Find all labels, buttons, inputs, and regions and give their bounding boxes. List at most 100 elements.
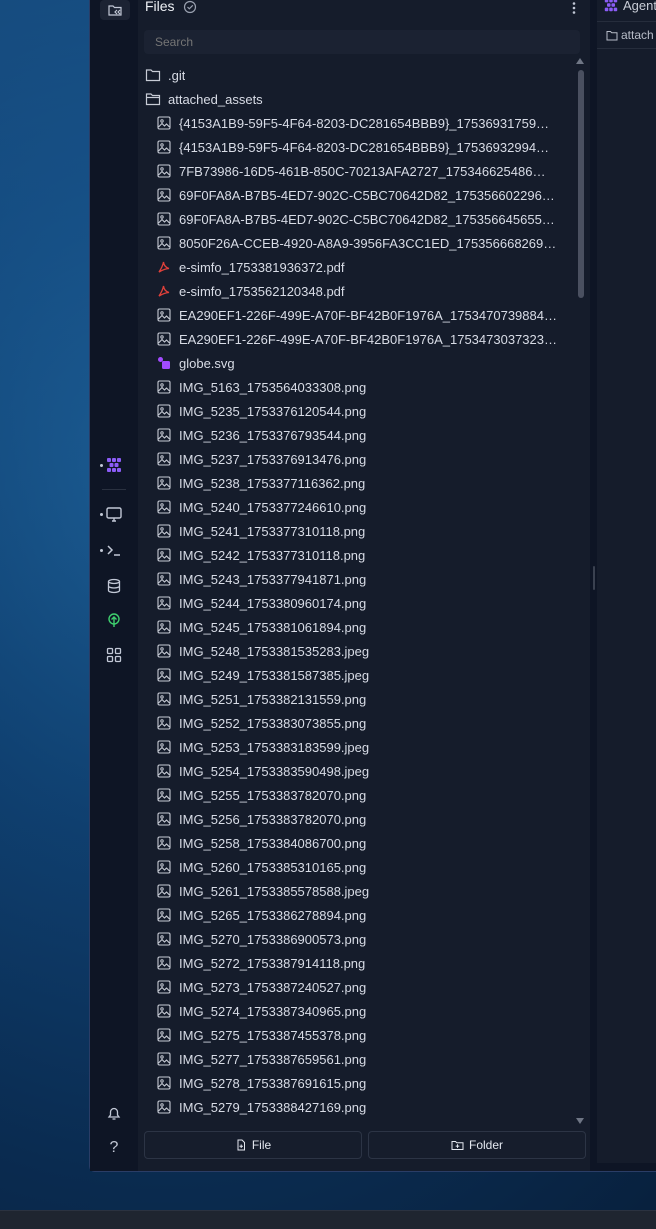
file-search-input[interactable] [144,30,580,54]
image-file-icon [157,404,171,418]
file-row[interactable]: IMG_5253_1753383183599.jpeg [138,735,574,759]
file-row[interactable]: 69F0FA8A-B7B5-4ED7-902C-C5BC70642D82_175… [138,207,574,231]
file-tree: .git attached_assets {4153A1B9-59F5-4F64-8… [138,61,574,1127]
file-row[interactable]: IMG_5244_1753380960174.png [138,591,574,615]
file-row[interactable]: IMG_5248_1753381535283.jpeg [138,639,574,663]
files-header: Files [138,0,590,20]
row-label: IMG_5272_1753387914118.png [179,955,366,971]
panel-resize-handle[interactable] [593,566,595,590]
row-icon [156,907,172,923]
file-row[interactable]: IMG_5270_1753386900573.png [138,927,574,951]
file-row[interactable]: IMG_5261_1753385578588.jpeg [138,879,574,903]
file-row[interactable]: IMG_5265_1753386278894.png [138,903,574,927]
file-row[interactable]: IMG_5238_1753377116362.png [138,471,574,495]
file-row[interactable]: IMG_5278_1753387691615.png [138,1071,574,1095]
file-row[interactable]: IMG_5235_1753376120544.png [138,399,574,423]
new-file-button[interactable]: File [144,1131,362,1159]
file-row[interactable]: IMG_5241_1753377310118.png [138,519,574,543]
file-row[interactable]: EA290EF1-226F-499E-A70F-BF42B0F1976A_175… [138,327,574,351]
file-row[interactable]: IMG_5274_1753387340965.png [138,999,574,1023]
file-row[interactable]: IMG_5277_1753387659561.png [138,1047,574,1071]
row-icon [156,619,172,635]
file-row[interactable]: IMG_5242_1753377310118.png [138,543,574,567]
row-label: IMG_5261_1753385578588.jpeg [179,883,370,899]
breadcrumb[interactable]: attach [606,28,654,42]
row-label: IMG_5244_1753380960174.png [179,595,367,611]
row-label: IMG_5249_1753381587385.jpeg [179,667,370,683]
new-folder-label: Folder [468,1138,503,1152]
image-file-icon [157,908,171,922]
row-icon [156,979,172,995]
preview-tool-button[interactable] [100,500,128,528]
file-row[interactable]: IMG_5252_1753383073855.png [138,711,574,735]
file-row[interactable]: 69F0FA8A-B7B5-4ED7-902C-C5BC70642D82_175… [138,183,574,207]
file-row[interactable]: IMG_5240_1753377246610.png [138,495,574,519]
row-label: e-simfo_1753562120348.pdf [179,283,345,299]
row-label: IMG_5251_1753382131559.png [179,691,367,707]
file-row[interactable]: IMG_5273_1753387240527.png [138,975,574,999]
row-label: IMG_5278_1753387691615.png [179,1075,367,1091]
file-row[interactable]: IMG_5243_1753377941871.png [138,567,574,591]
image-file-icon [157,188,171,202]
notifications-button[interactable] [100,1099,128,1127]
svg-file-icon [158,357,170,369]
image-file-icon [157,140,171,154]
file-row[interactable]: IMG_5245_1753381061894.png [138,615,574,639]
image-file-icon [157,836,171,850]
deploy-tree-icon [108,613,120,627]
image-file-icon [157,596,171,610]
deploy-tool-button[interactable] [100,607,128,635]
help-button[interactable]: ? [100,1134,128,1162]
file-row[interactable]: IMG_5251_1753382131559.png [138,687,574,711]
file-row[interactable]: {4153A1B9-59F5-4F64-8203-DC281654BBB9}_1… [138,135,574,159]
row-icon [156,1051,172,1067]
file-row[interactable]: EA290EF1-226F-499E-A70F-BF42B0F1976A_175… [138,303,574,327]
files-menu-button[interactable] [566,0,582,16]
file-row[interactable]: IMG_5258_1753384086700.png [138,831,574,855]
desktop-wallpaper [0,0,90,1210]
all-tools-button[interactable] [100,641,128,669]
image-file-icon [157,308,171,322]
row-label: IMG_5253_1753383183599.jpeg [179,739,370,755]
scroll-down-arrow[interactable] [576,1118,584,1124]
file-row[interactable]: e-simfo_1753381936372.pdf [138,255,574,279]
file-row[interactable]: {4153A1B9-59F5-4F64-8203-DC281654BBB9}_1… [138,111,574,135]
file-row[interactable]: globe.svg [138,351,574,375]
folder-open-icon [145,93,161,106]
image-file-icon [157,788,171,802]
image-file-icon [157,572,171,586]
folder-row[interactable]: .git [138,63,574,87]
file-row[interactable]: IMG_5255_1753383782070.png [138,783,574,807]
folder-row[interactable]: attached_assets [138,87,574,111]
file-row[interactable]: IMG_5256_1753383782070.png [138,807,574,831]
database-icon [107,578,121,594]
image-file-icon [157,620,171,634]
file-row[interactable]: IMG_5254_1753383590498.jpeg [138,759,574,783]
new-folder-button[interactable]: Folder [368,1131,586,1159]
file-row[interactable]: IMG_5275_1753387455378.png [138,1023,574,1047]
file-row[interactable]: IMG_5279_1753388427169.png [138,1095,574,1119]
image-file-icon [157,116,171,130]
file-row[interactable]: IMG_5249_1753381587385.jpeg [138,663,574,687]
file-row[interactable]: IMG_5260_1753385310165.png [138,855,574,879]
file-row[interactable]: IMG_5272_1753387914118.png [138,951,574,975]
tab-agent[interactable]: Agent [603,0,656,13]
file-row[interactable]: 8050F26A-CCEB-4920-A8A9-3956FA3CC1ED_175… [138,231,574,255]
scrollbar-thumb[interactable] [578,70,584,298]
file-row[interactable]: IMG_5163_1753564033308.png [138,375,574,399]
row-icon [156,691,172,707]
shell-tool-button[interactable] [100,536,128,564]
row-icon [156,1003,172,1019]
sync-check-icon [183,0,197,14]
file-row[interactable]: e-simfo_1753562120348.pdf [138,279,574,303]
file-row[interactable]: IMG_5236_1753376793544.png [138,423,574,447]
scroll-up-arrow[interactable] [576,58,584,64]
folder-collapse-icon [108,5,122,16]
database-tool-button[interactable] [100,572,128,600]
new-file-label: File [251,1138,272,1152]
agent-tool-button[interactable] [100,451,128,479]
file-row[interactable]: IMG_5237_1753376913476.png [138,447,574,471]
file-row[interactable]: 7FB73986-16D5-461B-850C-70213AFA2727_175… [138,159,574,183]
new-folder-icon [451,1141,464,1150]
collapse-sidebar-button[interactable] [100,0,130,20]
